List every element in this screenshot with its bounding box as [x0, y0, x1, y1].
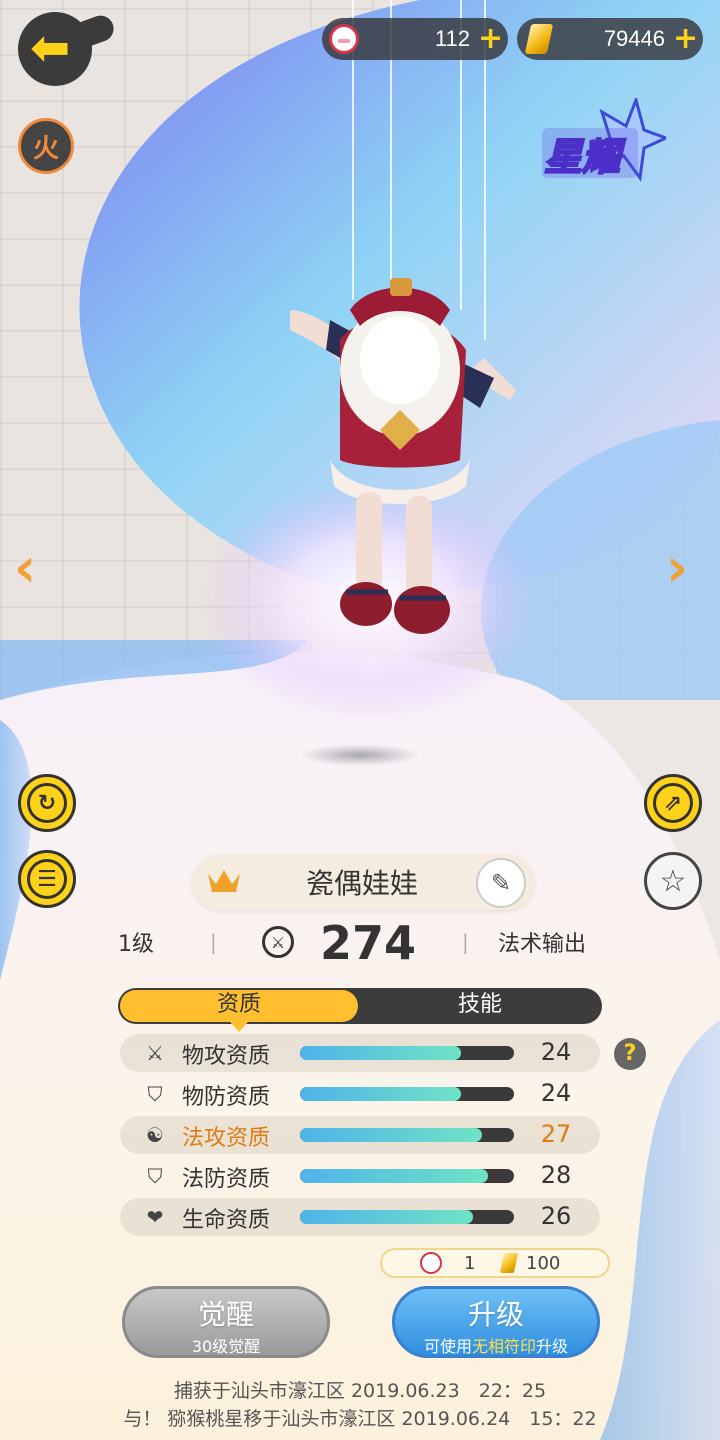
combat-power-value: 274 [320, 916, 417, 970]
name-plate: 瓷偶娃娃 ✎ [192, 854, 534, 910]
aptitude-bar [300, 1169, 514, 1183]
separator: | [210, 930, 217, 954]
aptitude-bar [300, 1087, 514, 1101]
aptitude-label: 法防资质 [182, 1167, 271, 1192]
awaken-label: 觉醒 [197, 1298, 254, 1331]
crystal-icon [499, 1253, 519, 1273]
currency-doll: 112 + [322, 18, 508, 60]
aptitude-bar-fill [300, 1087, 461, 1101]
aptitude-label: 物防资质 [182, 1085, 271, 1110]
upgrade-sub-pre: 可使用 [423, 1337, 472, 1356]
combat-power-icon: ⚔ [262, 926, 294, 958]
separator: | [462, 930, 469, 954]
refresh-icon: ↻ [27, 783, 67, 823]
upgrade-sub-post: 升级 [536, 1337, 569, 1356]
upgrade-sub-highlight: 无相符印 [471, 1337, 536, 1356]
back-arrow-icon: ⬅ [30, 20, 71, 76]
aptitude-row: ☯ 法攻资质 27 [120, 1116, 600, 1154]
favorite-button[interactable]: ☆ [644, 852, 702, 910]
aptitude-bar [300, 1210, 514, 1224]
aptitude-row: ⛉ 法防资质 28 [120, 1157, 600, 1195]
crystal-icon [519, 19, 559, 59]
swirl-icon: ☯ [146, 1123, 164, 1147]
help-button[interactable]: ? [614, 1038, 646, 1070]
upgrade-label: 升级 [467, 1298, 524, 1331]
tab-pointer [230, 1022, 248, 1032]
shield-icon: ⛉ [147, 1164, 163, 1188]
awaken-sub-label: 30级觉醒 [191, 1337, 261, 1356]
aptitude-row: ⛉ 物防资质 24 [120, 1075, 600, 1113]
back-button[interactable]: ⬅ [18, 11, 118, 86]
list-icon: ☰ [27, 859, 67, 899]
heart-icon: ❤ [146, 1205, 164, 1229]
share-button[interactable]: ⇗ [644, 774, 702, 832]
aptitude-value: 24 [540, 1038, 572, 1066]
aptitude-list: ⚔ 物攻资质 24 ⛉ 物防资质 24 ☯ 法攻资质 27 ⛉ 法防资质 28 … [120, 1034, 600, 1239]
character-name: 瓷偶娃娃 [305, 867, 418, 900]
aptitude-label: 法攻资质 [182, 1126, 271, 1151]
currency-crystal: 79446 + [517, 18, 703, 60]
aptitude-label: 生命资质 [182, 1208, 271, 1233]
upgrade-button[interactable]: 升级 可使用无相符印升级 [392, 1286, 600, 1358]
prev-pet-arrow[interactable]: ‹ [14, 538, 36, 598]
cost-crystal: 100 [499, 1250, 561, 1276]
aptitude-row: ⚔ 物攻资质 24 [120, 1034, 600, 1072]
aptitude-value: 24 [540, 1079, 572, 1107]
shield-icon: ⛉ [147, 1082, 163, 1106]
info-tabs: 资质 技能 [118, 988, 602, 1024]
character-role: 法术输出 [498, 932, 587, 957]
refresh-button[interactable]: ↻ [18, 774, 76, 832]
aptitude-row: ❤ 生命资质 26 [120, 1198, 600, 1236]
character-level: 1级 [118, 932, 154, 957]
aptitude-label: 物攻资质 [182, 1044, 271, 1069]
share-icon: ⇗ [653, 783, 693, 823]
cost-crystal-value: 100 [526, 1252, 561, 1274]
aptitude-value: 26 [540, 1202, 572, 1230]
list-button[interactable]: ☰ [18, 850, 76, 908]
aptitude-bar [300, 1128, 514, 1142]
character-model [290, 278, 516, 634]
aptitude-bar-fill [300, 1169, 489, 1183]
aptitude-value: 27 [540, 1120, 572, 1148]
doll-face-icon [420, 1252, 442, 1274]
capture-info: 捕获于汕头市濠江区 2019.06.23 22：25 [173, 1380, 547, 1402]
upgrade-sub-label: 可使用无相符印升级 [395, 1333, 597, 1357]
currency-crystal-value: 79446 [603, 26, 665, 51]
aptitude-bar-fill [300, 1128, 482, 1142]
aptitude-value: 28 [540, 1161, 572, 1189]
doll-face-icon [324, 19, 364, 59]
crossed-swords-icon: ⚔ [146, 1041, 164, 1065]
cost-doll: 1 [420, 1250, 475, 1276]
aptitude-bar [300, 1046, 514, 1060]
tab-skills[interactable]: 技能 [360, 988, 600, 1024]
upgrade-cost: 1 100 [380, 1248, 610, 1278]
currency-doll-value: 112 [434, 26, 470, 51]
pencil-icon: ✎ [490, 869, 512, 897]
add-doll-button[interactable]: + [478, 24, 508, 54]
cost-doll-value: 1 [464, 1252, 476, 1274]
aptitude-bar-fill [300, 1046, 461, 1060]
crown-icon [208, 870, 240, 892]
awaken-button[interactable]: 觉醒 30级觉醒 [122, 1286, 330, 1358]
character-shadow [300, 744, 420, 766]
rename-button[interactable]: ✎ [476, 858, 526, 908]
tab-aptitude[interactable]: 资质 [120, 990, 358, 1022]
star-rank-label: 星耀 [544, 135, 626, 179]
transfer-info: 与！ 猕猴桃星移于汕头市濠江区 2019.06.24 15：22 [123, 1408, 597, 1430]
add-crystal-button[interactable]: + [673, 24, 703, 54]
star-icon: ☆ [659, 863, 687, 899]
fire-element-icon: 火 [18, 118, 74, 174]
star-rank-badge: 星耀 [542, 98, 666, 182]
next-pet-arrow[interactable]: › [666, 538, 688, 598]
aptitude-bar-fill [300, 1210, 474, 1224]
stat-line: 1级 | ⚔ 274 | 法术输出 [100, 916, 620, 970]
